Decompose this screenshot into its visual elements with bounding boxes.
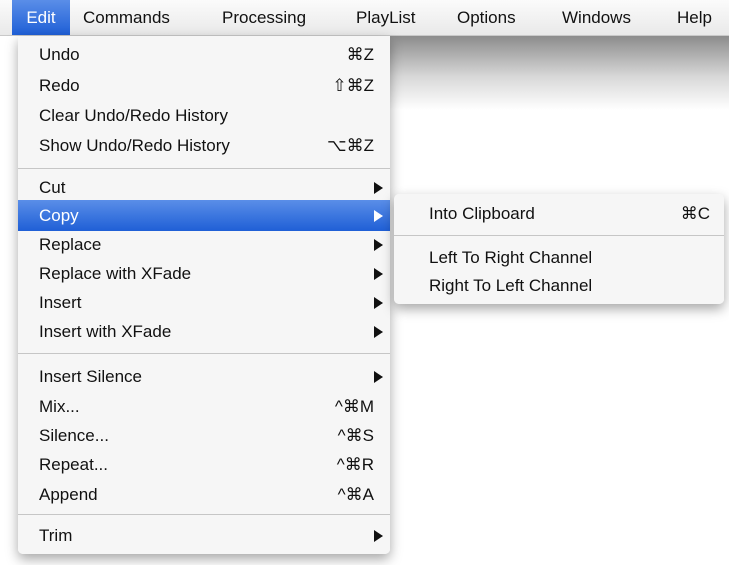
- submenu-arrow-icon: [374, 530, 383, 542]
- menu-item-repeat[interactable]: Repeat... ^⌘R: [18, 449, 390, 480]
- menu-item-label: Undo: [39, 45, 80, 64]
- menu-item-label: Cut: [39, 178, 66, 197]
- submenu-item-right-to-left[interactable]: Right To Left Channel: [394, 270, 724, 301]
- menu-separator: [18, 353, 390, 354]
- menu-item-label: Append: [39, 485, 98, 504]
- menu-item-replace[interactable]: Replace: [18, 229, 390, 260]
- menu-item-mix[interactable]: Mix... ^⌘M: [18, 391, 390, 422]
- submenu-arrow-icon: [374, 371, 383, 383]
- menu-item-append[interactable]: Append ^⌘A: [18, 479, 390, 510]
- menu-item-insert[interactable]: Insert: [18, 287, 390, 318]
- menu-separator: [18, 514, 390, 515]
- submenu-arrow-icon: [374, 239, 383, 251]
- submenu-arrow-icon: [374, 297, 383, 309]
- menu-item-label: Silence...: [39, 426, 109, 445]
- menu-item-label: Insert Silence: [39, 367, 142, 386]
- menubar-options[interactable]: Options: [457, 0, 516, 35]
- menu-item-label: Show Undo/Redo History: [39, 136, 230, 155]
- menubar-edit[interactable]: Edit: [12, 0, 70, 35]
- shortcut-label: ^⌘M: [334, 397, 374, 416]
- menu-item-insert-silence[interactable]: Insert Silence: [18, 361, 390, 392]
- menu-item-label: Repeat...: [39, 455, 108, 474]
- menu-item-label: Into Clipboard: [429, 204, 535, 223]
- menu-item-replace-xfade[interactable]: Replace with XFade: [18, 258, 390, 289]
- menu-item-silence[interactable]: Silence... ^⌘S: [18, 420, 390, 451]
- submenu-arrow-icon: [374, 210, 383, 222]
- menu-item-label: Left To Right Channel: [429, 248, 593, 267]
- menu-item-trim[interactable]: Trim: [18, 520, 390, 551]
- submenu-item-into-clipboard[interactable]: Into Clipboard ⌘C: [394, 198, 724, 229]
- menubar-processing[interactable]: Processing: [222, 0, 306, 35]
- menu-item-label: Replace with XFade: [39, 264, 192, 283]
- menu-item-label: Insert with XFade: [39, 322, 172, 341]
- background-window: [390, 36, 729, 110]
- shortcut-label: ⌘C: [680, 204, 710, 223]
- menu-item-redo[interactable]: Redo ⇧⌘Z: [18, 70, 390, 101]
- submenu-arrow-icon: [374, 326, 383, 338]
- menu-separator: [394, 235, 724, 236]
- submenu-item-left-to-right[interactable]: Left To Right Channel: [394, 242, 724, 273]
- menu-item-show-history[interactable]: Show Undo/Redo History ⌥⌘Z: [18, 130, 390, 161]
- menu-item-label: Clear Undo/Redo History: [39, 106, 228, 125]
- menu-item-clear-history[interactable]: Clear Undo/Redo History: [18, 100, 390, 131]
- shortcut-label: ^⌘A: [337, 485, 374, 504]
- menu-item-label: Replace: [39, 235, 102, 254]
- menu-bar: Edit Commands Processing PlayList Option…: [0, 0, 729, 36]
- menu-item-label: Redo: [39, 76, 80, 95]
- menubar-help[interactable]: Help: [677, 0, 712, 35]
- menu-item-insert-xfade[interactable]: Insert with XFade: [18, 316, 390, 347]
- menu-item-label: Trim: [39, 526, 73, 545]
- submenu-arrow-icon: [374, 268, 383, 280]
- shortcut-label: ⇧⌘Z: [332, 76, 374, 95]
- menu-item-label: Right To Left Channel: [429, 276, 593, 295]
- copy-submenu: Into Clipboard ⌘C Left To Right Channel …: [394, 194, 724, 304]
- menu-item-label: Mix...: [39, 397, 80, 416]
- shortcut-label: ^⌘R: [336, 455, 374, 474]
- menubar-playlist[interactable]: PlayList: [356, 0, 416, 35]
- shortcut-label: ^⌘S: [337, 426, 374, 445]
- shortcut-label: ⌘Z: [346, 45, 374, 64]
- menu-item-undo[interactable]: Undo ⌘Z: [18, 39, 390, 70]
- menu-item-label: Insert: [39, 293, 82, 312]
- menu-item-cut[interactable]: Cut: [18, 172, 390, 203]
- edit-menu: Undo ⌘Z Redo ⇧⌘Z Clear Undo/Redo History…: [18, 36, 390, 554]
- menubar-windows[interactable]: Windows: [562, 0, 631, 35]
- menu-item-label: Copy: [39, 206, 79, 225]
- menu-item-copy[interactable]: Copy: [18, 200, 390, 231]
- menubar-commands[interactable]: Commands: [83, 0, 170, 35]
- menu-separator: [18, 168, 390, 169]
- submenu-arrow-icon: [374, 182, 383, 194]
- shortcut-label: ⌥⌘Z: [327, 136, 374, 155]
